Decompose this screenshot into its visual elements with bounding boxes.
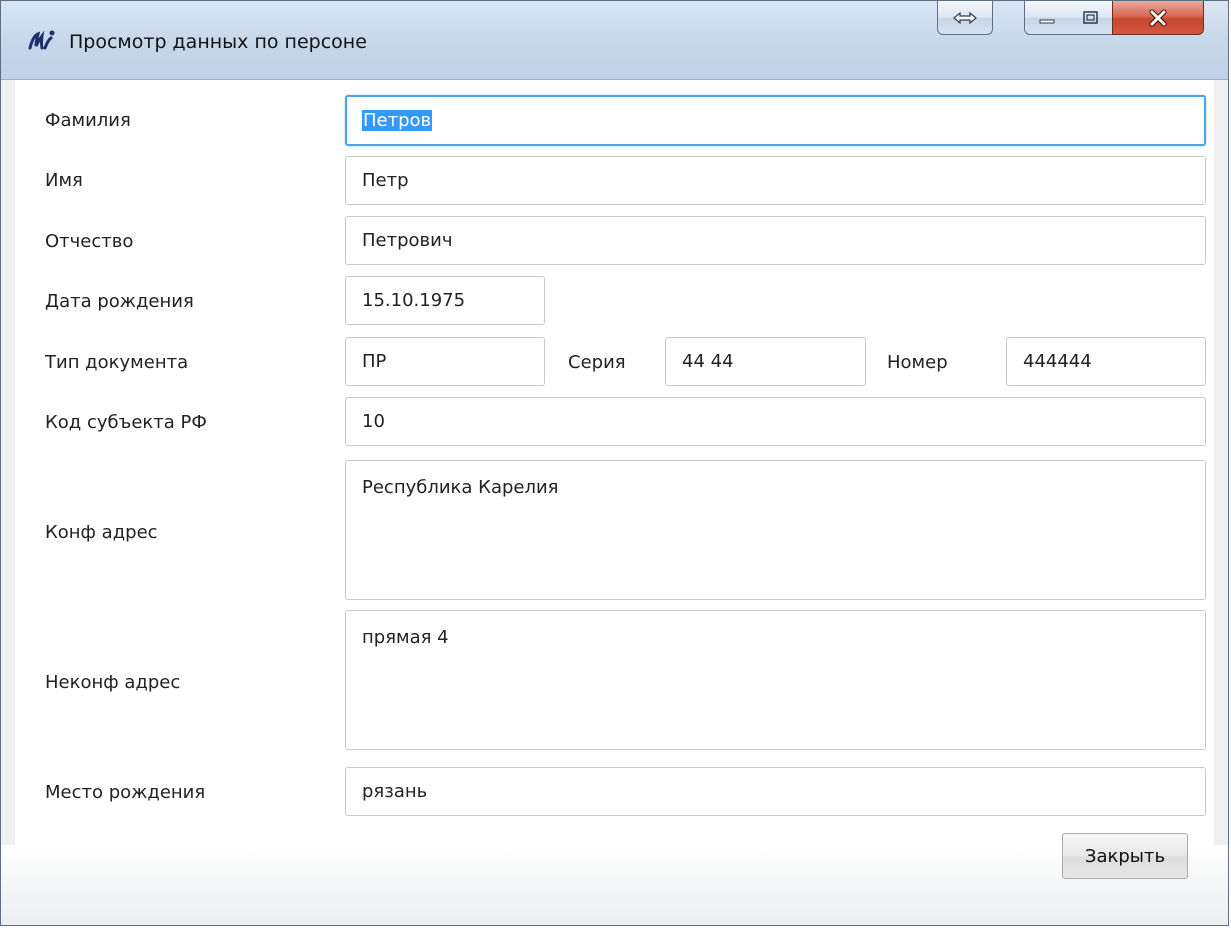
name-label: Имя xyxy=(45,170,83,191)
resize-horizontal-icon xyxy=(953,11,977,24)
patronymic-input[interactable]: Петрович xyxy=(345,216,1206,265)
surname-input[interactable]: Петров xyxy=(345,95,1206,146)
document-type-label: Тип документа xyxy=(45,352,189,373)
birth-date-label: Дата рождения xyxy=(45,291,194,312)
button-bar xyxy=(1,845,1228,925)
region-code-label: Код субъекта РФ xyxy=(45,412,207,433)
minimize-button[interactable] xyxy=(1024,1,1070,35)
nonconf-address-textarea[interactable]: прямая 4 xyxy=(345,610,1206,750)
app-logo-icon xyxy=(28,30,55,50)
birth-place-label: Место рождения xyxy=(45,782,206,803)
name-input[interactable]: Петр xyxy=(345,156,1206,205)
birth-date-input[interactable]: 15.10.1975 xyxy=(345,276,545,325)
window-title: Просмотр данных по персоне xyxy=(69,31,367,53)
region-code-input[interactable]: 10 xyxy=(345,397,1206,446)
resize-button[interactable] xyxy=(937,1,993,35)
document-number-input[interactable]: 444444 xyxy=(1006,337,1206,386)
maximize-icon xyxy=(1082,10,1098,24)
birth-place-input[interactable]: рязань xyxy=(345,767,1206,816)
surname-label: Фамилия xyxy=(45,110,131,131)
close-window-button[interactable] xyxy=(1112,1,1204,35)
maximize-button[interactable] xyxy=(1069,1,1113,35)
document-series-input[interactable]: 44 44 xyxy=(665,337,866,386)
minimize-icon xyxy=(1039,19,1055,23)
title-bar[interactable]: Просмотр данных по персоне xyxy=(1,1,1228,80)
surname-value: Петров xyxy=(362,110,433,131)
close-button[interactable]: Закрыть xyxy=(1062,833,1188,879)
patronymic-label: Отчество xyxy=(45,231,134,252)
conf-address-label: Конф адрес xyxy=(45,522,158,543)
close-icon xyxy=(1149,9,1167,26)
document-type-input[interactable]: ПР xyxy=(345,337,545,386)
nonconf-address-label: Неконф адрес xyxy=(45,672,181,693)
document-number-label: Номер xyxy=(887,352,948,373)
conf-address-textarea[interactable]: Республика Карелия xyxy=(345,460,1206,600)
document-series-label: Серия xyxy=(568,352,626,373)
person-view-window: Просмотр данных по персоне Фамилия Петро… xyxy=(0,0,1229,926)
